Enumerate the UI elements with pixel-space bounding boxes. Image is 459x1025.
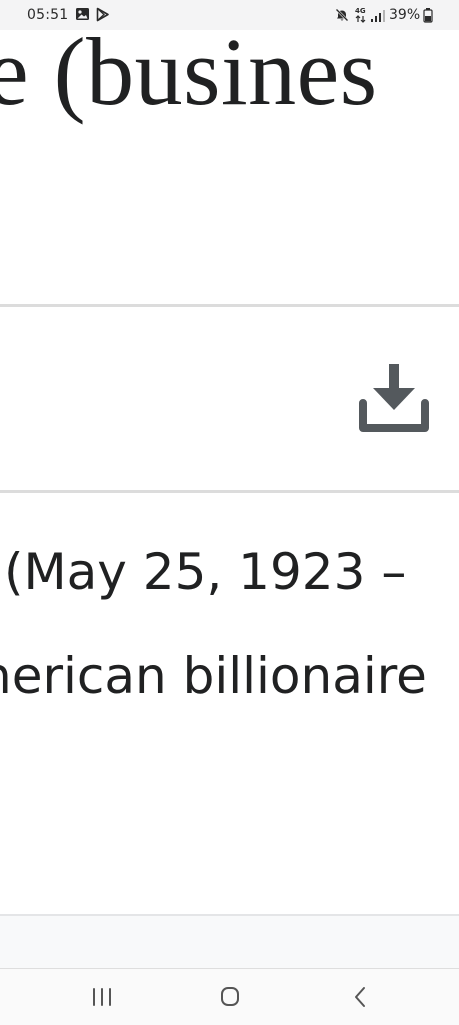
page-footer (0, 914, 459, 970)
download-button[interactable] (352, 356, 436, 440)
recent-apps-button[interactable] (82, 981, 122, 1013)
back-icon (355, 987, 365, 1007)
back-button[interactable] (340, 981, 380, 1013)
download-icon (359, 364, 429, 432)
system-nav-bar (0, 968, 459, 1025)
lead-text-line: nerican billionaire (0, 647, 427, 705)
home-button[interactable] (210, 981, 250, 1013)
battery-percent: 39% (389, 7, 421, 23)
lead-text-line: (May 25, 1923 – (4, 543, 407, 601)
home-icon (221, 987, 239, 1006)
recent-apps-icon (93, 988, 111, 1006)
title-divider (0, 304, 459, 307)
page-title: e (busines (0, 18, 378, 125)
battery-icon (423, 8, 433, 23)
toolbar-divider (0, 490, 459, 493)
